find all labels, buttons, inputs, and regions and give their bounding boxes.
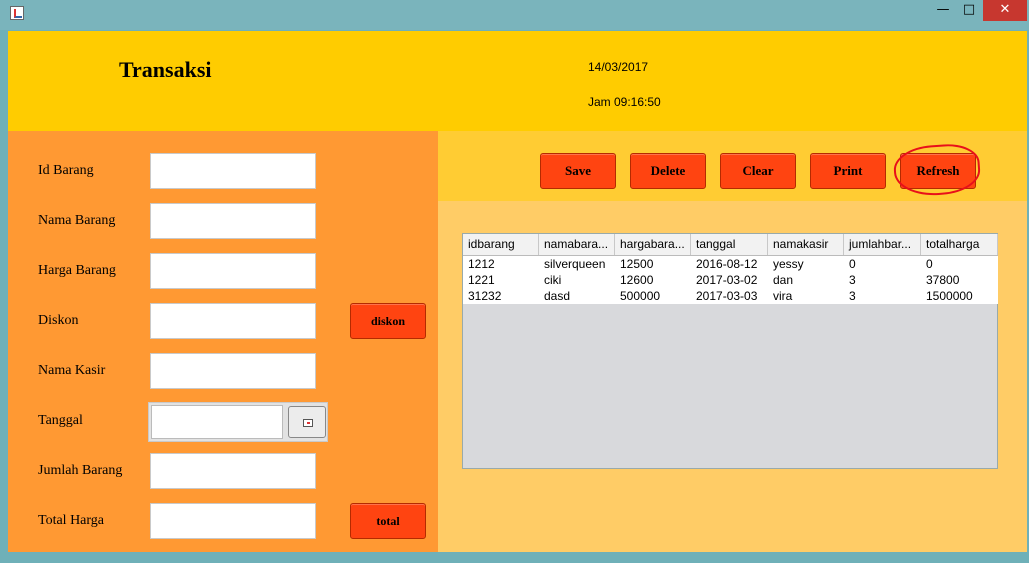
table-cell: 0: [849, 257, 856, 271]
table-cell: 0: [926, 257, 933, 271]
label-id-barang: Id Barang: [38, 163, 94, 178]
label-jumlah-barang: Jumlah Barang: [38, 463, 123, 478]
table-cell: dasd: [544, 289, 571, 303]
date-chooser: [148, 402, 328, 442]
table-cell: 2016-08-12: [696, 257, 758, 271]
column-header[interactable]: hargabara...: [615, 234, 691, 255]
table-cell: vira: [773, 289, 793, 303]
table-body: 1212 silverqueen 12500 2016-08-12 yessy …: [463, 256, 998, 304]
column-header[interactable]: tanggal: [691, 234, 768, 255]
delete-button[interactable]: Delete: [630, 153, 706, 189]
diskon-button[interactable]: diskon: [350, 303, 426, 339]
table-cell: 31232: [468, 289, 502, 303]
label-harga-barang: Harga Barang: [38, 263, 116, 278]
print-button[interactable]: Print: [810, 153, 886, 189]
table-cell: 1500000: [926, 289, 973, 303]
page-title: Transaksi: [119, 57, 212, 82]
id-barang-field[interactable]: [150, 153, 316, 189]
nama-kasir-field[interactable]: [150, 353, 316, 389]
table-cell: 3: [849, 273, 856, 287]
label-total-harga: Total Harga: [38, 513, 105, 528]
clear-button[interactable]: Clear: [720, 153, 796, 189]
save-button[interactable]: Save: [540, 153, 616, 189]
table-cell: 3: [849, 289, 856, 303]
tanggal-field[interactable]: [151, 405, 283, 439]
main-content: Transaksi 14/03/2017 Jam 09:16:50 Id Bar…: [8, 31, 1027, 552]
table-cell: 12600: [620, 273, 654, 287]
table-cell: 1221: [468, 273, 495, 287]
form-panel: Id Barang Nama Barang Harga Barang Disko…: [8, 131, 438, 552]
action-toolbar: Save Delete Clear Print Refresh: [438, 131, 1027, 201]
table-row[interactable]: 31232 dasd 500000 2017-03-03 vira 3 1500…: [463, 288, 998, 304]
label-nama-kasir: Nama Kasir: [38, 363, 106, 378]
table-cell: silverqueen: [544, 257, 606, 271]
table-cell: 37800: [926, 273, 960, 287]
header: Transaksi 14/03/2017 Jam 09:16:50: [8, 31, 1027, 131]
column-header[interactable]: namakasir: [768, 234, 844, 255]
table-cell: yessy: [773, 257, 804, 271]
table-cell: 2017-03-02: [696, 273, 758, 287]
label-tanggal: Tanggal: [38, 413, 83, 428]
table-cell: 12500: [620, 257, 654, 271]
calendar-icon: [303, 419, 313, 427]
label-nama-barang: Nama Barang: [38, 213, 116, 228]
jumlah-barang-field[interactable]: [150, 453, 316, 489]
title-bar: — □ ✕: [0, 0, 1029, 30]
table-header: idbarang namabara... hargabara... tangga…: [463, 234, 998, 256]
table-row[interactable]: 1212 silverqueen 12500 2016-08-12 yessy …: [463, 256, 998, 272]
label-diskon: Diskon: [38, 313, 79, 328]
total-harga-field[interactable]: [150, 503, 316, 539]
maximize-icon[interactable]: □: [958, 0, 980, 21]
table-cell: dan: [773, 273, 794, 287]
close-icon[interactable]: ✕: [983, 0, 1027, 21]
table-cell: 2017-03-03: [696, 289, 758, 303]
transaction-table[interactable]: idbarang namabara... hargabara... tangga…: [462, 233, 998, 469]
column-header[interactable]: totalharga: [921, 234, 998, 255]
table-row[interactable]: 1221 ciki 12600 2017-03-02 dan 3 37800: [463, 272, 998, 288]
column-header[interactable]: jumlahbar...: [844, 234, 921, 255]
java-app-icon: [10, 6, 24, 20]
current-time: Jam 09:16:50: [588, 95, 661, 109]
table-cell: 1212: [468, 257, 495, 271]
column-header[interactable]: namabara...: [539, 234, 615, 255]
column-header[interactable]: idbarang: [463, 234, 539, 255]
harga-barang-field[interactable]: [150, 253, 316, 289]
total-button[interactable]: total: [350, 503, 426, 539]
current-date: 14/03/2017: [588, 60, 649, 74]
minimize-icon[interactable]: —: [932, 0, 954, 21]
refresh-highlight-annotation: [892, 142, 982, 198]
table-cell: 500000: [620, 289, 661, 303]
table-cell: ciki: [544, 273, 562, 287]
window-bottom-border: [0, 552, 1029, 563]
date-picker-button[interactable]: [288, 406, 326, 438]
nama-barang-field[interactable]: [150, 203, 316, 239]
diskon-field[interactable]: [150, 303, 316, 339]
